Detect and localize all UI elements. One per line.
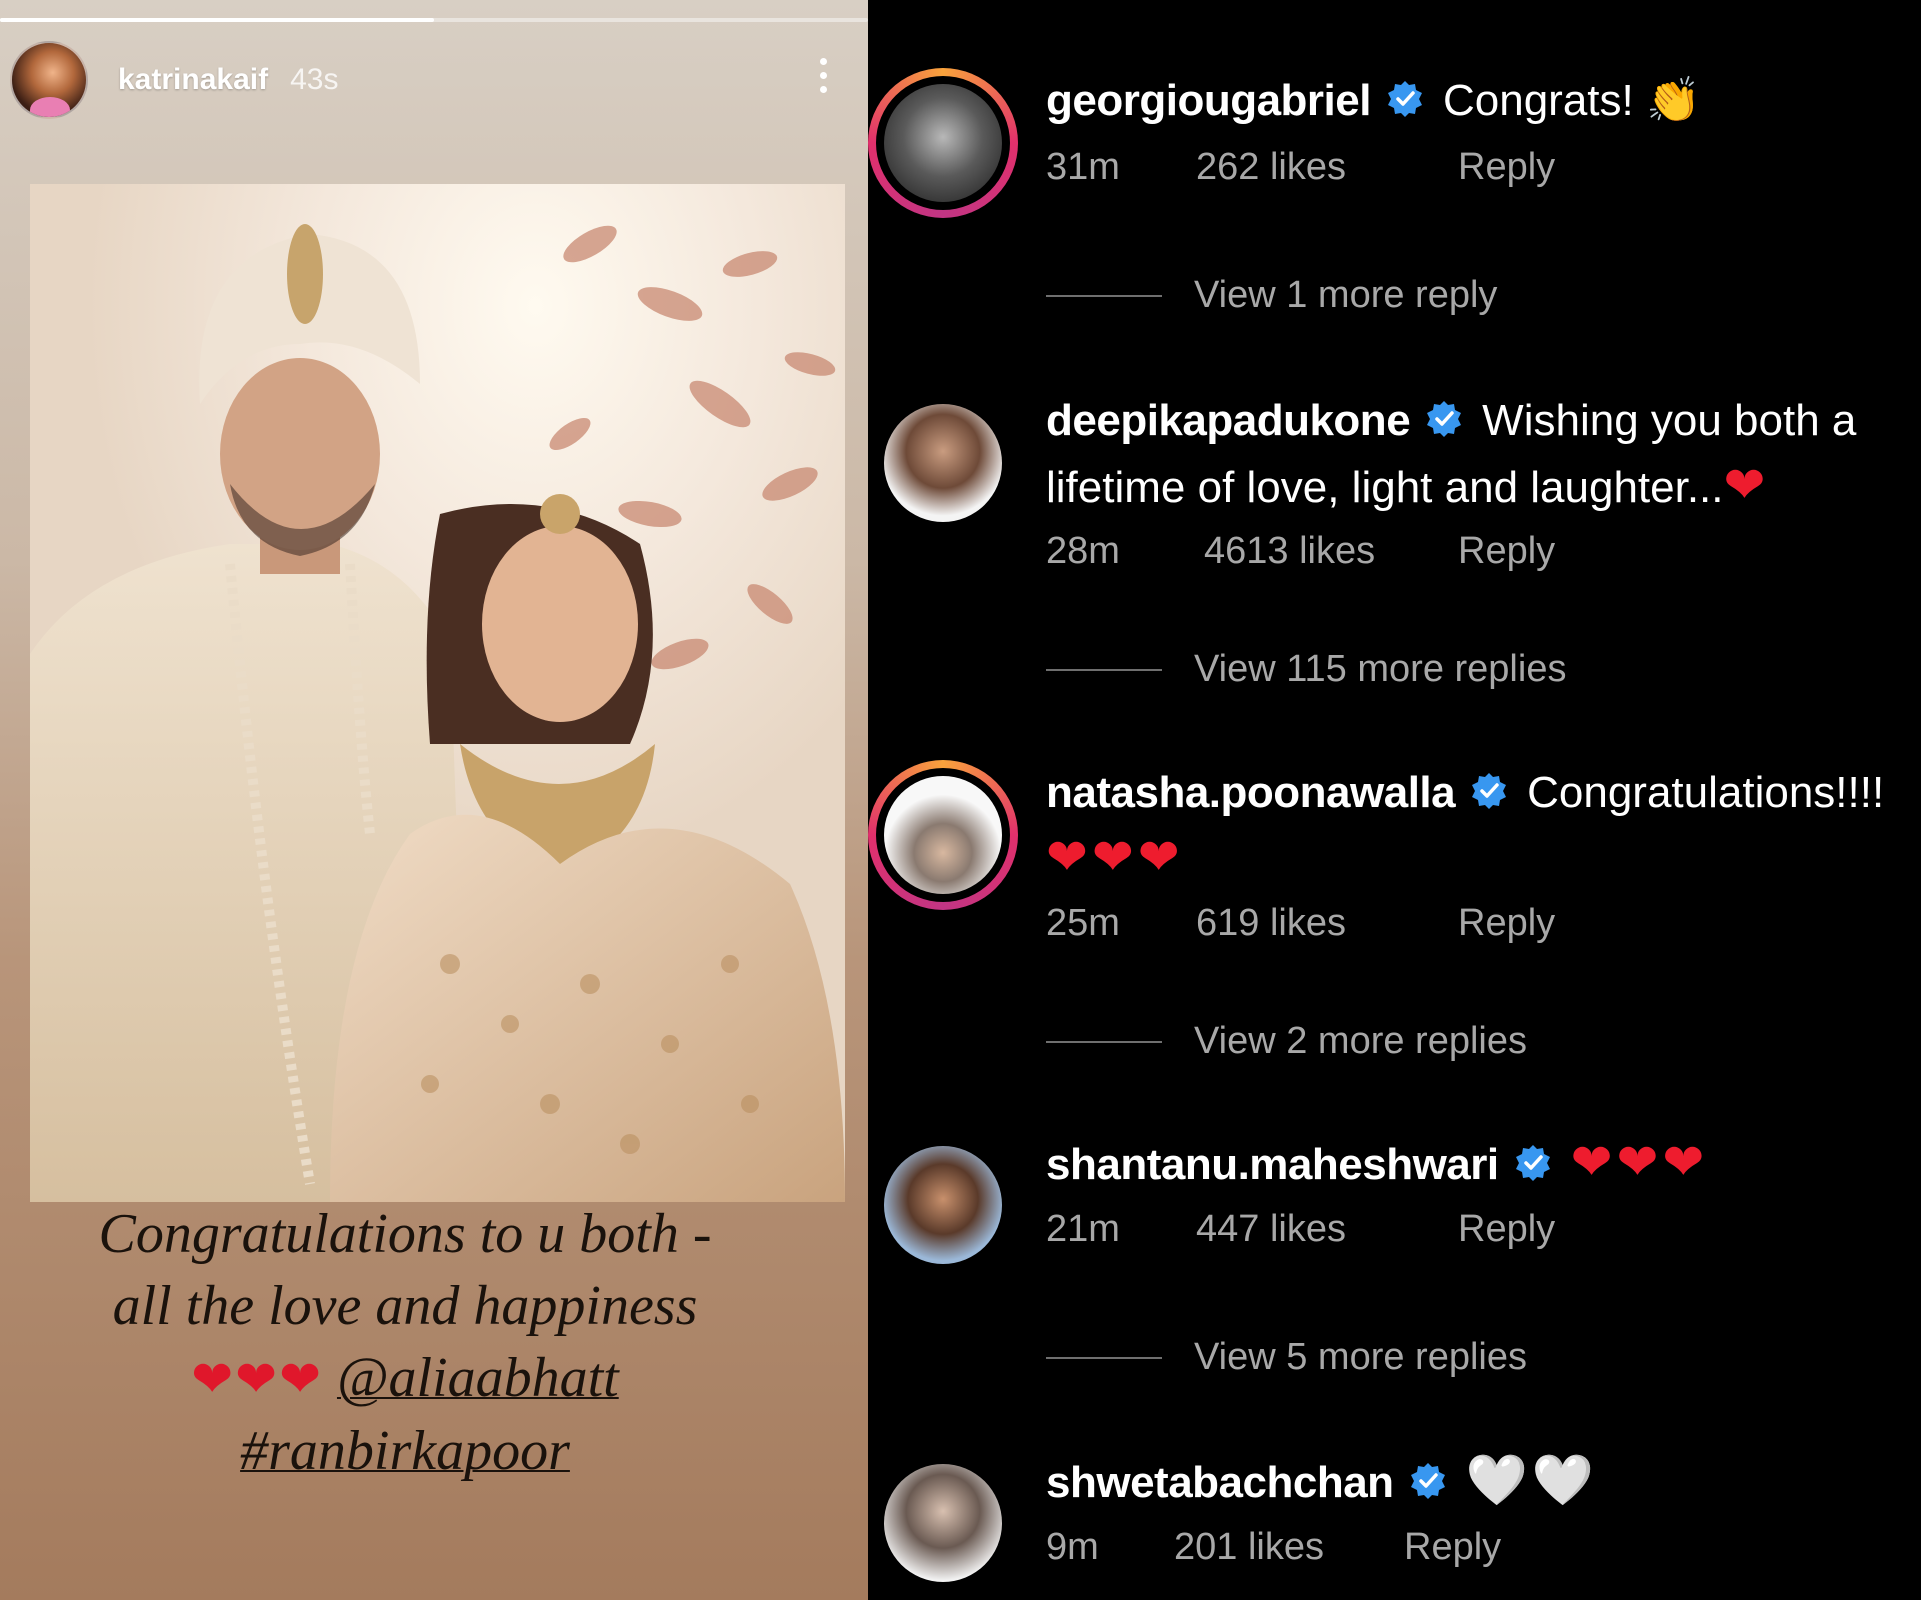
comment-username[interactable]: shwetabachchan [1046, 1458, 1394, 1507]
comment-meta: 25m 619 likes Reply [1046, 902, 1555, 945]
reply-button[interactable]: Reply [1458, 1208, 1555, 1251]
story-photo [30, 184, 845, 1202]
comment-likes[interactable]: 619 likes [1196, 902, 1458, 945]
avatar[interactable] [868, 760, 1018, 910]
view-more-replies[interactable]: View 5 more replies [1046, 1336, 1527, 1379]
comment-text: Congrats! [1442, 76, 1634, 125]
heart-icon: ❤ [1723, 457, 1770, 513]
wedding-photo-image [30, 184, 845, 1202]
caption-line-2: all the love and happiness [112, 1275, 698, 1337]
comment-time: 31m [1046, 146, 1120, 188]
avatar[interactable] [868, 68, 1018, 218]
comments-panel: georgiougabriel Congrats! 👏 31m 262 likes R… [868, 0, 1921, 1600]
comment-likes[interactable]: 262 likes [1196, 146, 1458, 189]
more-vertical-icon[interactable] [820, 58, 828, 98]
reply-button[interactable]: Reply [1458, 902, 1555, 945]
avatar[interactable] [868, 388, 1018, 538]
comment-body: natasha.poonawalla Congratulations!!!! ❤❤❤ [1046, 760, 1921, 892]
divider-line-icon [1046, 1356, 1162, 1359]
comment-username[interactable]: deepikapadukone [1046, 396, 1411, 445]
verified-badge-icon [1472, 773, 1507, 809]
comment-body: shwetabachchan 🤍🤍 [1046, 1448, 1921, 1515]
comment-likes[interactable]: 4613 likes [1204, 530, 1458, 573]
story-timestamp: 43s [290, 63, 339, 96]
comment-meta: 28m 4613 likes Reply [1046, 530, 1555, 573]
comment-username[interactable]: natasha.poonawalla [1046, 768, 1456, 817]
verified-badge-icon [1427, 401, 1462, 437]
heart-icon: ❤❤❤ [1570, 1134, 1709, 1190]
comment-time: 21m [1046, 1208, 1120, 1250]
verified-badge-icon [1410, 1463, 1445, 1499]
comment-body: deepikapadukone Wishing you both a lifeti… [1046, 388, 1921, 520]
comment-meta: 21m 447 likes Reply [1046, 1208, 1555, 1251]
story-username[interactable]: katrinakaif [118, 63, 268, 97]
divider-line-icon [1046, 668, 1162, 671]
comment-meta: 9m 201 likes Reply [1046, 1526, 1501, 1569]
comment-time: 25m [1046, 902, 1120, 944]
hashtag-link[interactable]: #ranbirkapoor [240, 1420, 570, 1482]
avatar[interactable] [868, 1448, 1018, 1598]
comment-body: shantanu.maheshwari ❤❤❤ [1046, 1130, 1921, 1197]
story-progress-fill [0, 18, 434, 22]
comment-body: georgiougabriel Congrats! 👏 [1046, 68, 1921, 133]
reply-button[interactable]: Reply [1404, 1526, 1501, 1569]
comment-time: 9m [1046, 1526, 1099, 1568]
comment-likes[interactable]: 447 likes [1196, 1208, 1458, 1251]
comment-likes[interactable]: 201 likes [1174, 1526, 1404, 1569]
story-caption: Congratulations to u both - all the love… [0, 1198, 810, 1487]
comment-meta: 31m 262 likes Reply [1046, 146, 1555, 189]
caption-line-1: Congratulations to u both - [98, 1203, 712, 1265]
comment-text: Congratulations!!!! [1527, 768, 1885, 817]
divider-line-icon [1046, 1040, 1162, 1043]
story-progress-bar [0, 18, 868, 22]
view-more-label: View 1 more reply [1194, 274, 1498, 316]
story-header: katrinakaif 43s [10, 41, 858, 119]
divider-line-icon [1046, 294, 1162, 297]
view-more-replies[interactable]: View 2 more replies [1046, 1020, 1527, 1063]
white-heart-icon: 🤍🤍 [1465, 1452, 1599, 1508]
clapping-hands-icon: 👏 [1645, 76, 1701, 125]
comment-username[interactable]: georgiougabriel [1046, 76, 1371, 125]
story-avatar[interactable] [10, 41, 88, 119]
mention-link[interactable]: @aliaabhatt [337, 1347, 619, 1409]
view-more-label: View 2 more replies [1194, 1020, 1528, 1062]
comment-username[interactable]: shantanu.maheshwari [1046, 1140, 1499, 1189]
story-panel: katrinakaif 43s Congratulations to u bot… [0, 0, 868, 1600]
view-more-replies[interactable]: View 1 more reply [1046, 274, 1497, 317]
reply-button[interactable]: Reply [1458, 530, 1555, 573]
view-more-label: View 115 more replies [1194, 648, 1567, 690]
avatar[interactable] [868, 1130, 1018, 1280]
verified-badge-icon [1515, 1145, 1550, 1181]
caption-hearts: ❤❤❤ [191, 1351, 323, 1407]
heart-icon: ❤❤❤ [1046, 829, 1184, 885]
view-more-replies[interactable]: View 115 more replies [1046, 648, 1566, 691]
reply-button[interactable]: Reply [1458, 146, 1555, 189]
view-more-label: View 5 more replies [1194, 1336, 1528, 1378]
comment-time: 28m [1046, 530, 1120, 572]
verified-badge-icon [1387, 81, 1422, 117]
